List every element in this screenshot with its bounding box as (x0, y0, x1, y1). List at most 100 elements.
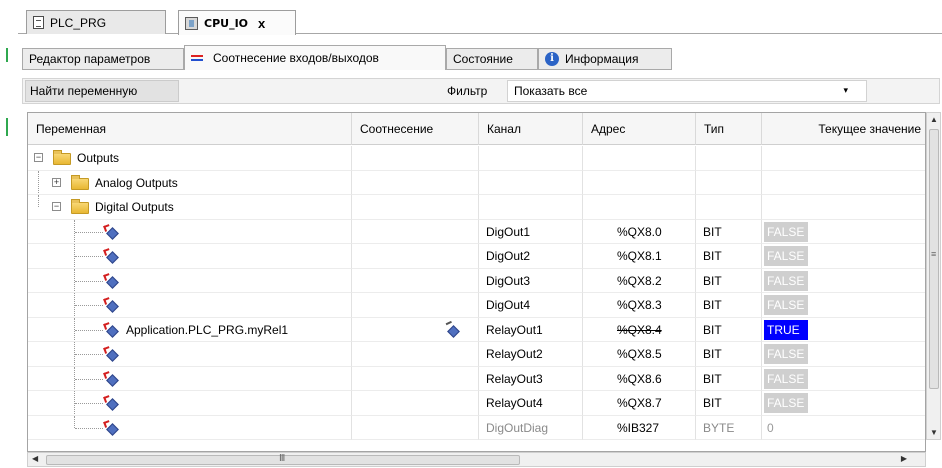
address-value: %QX8.4 (583, 317, 696, 342)
current-value-badge: FALSE (764, 221, 808, 242)
scroll-left-icon[interactable]: ◀ (32, 454, 38, 463)
find-variable-button[interactable]: Найти переменную (25, 80, 179, 102)
current-value-badge: FALSE (764, 344, 808, 364)
column-header-mapping[interactable]: Соотнесение (352, 113, 479, 145)
column-header-channel[interactable]: Канал (479, 113, 583, 145)
type-value: BIT (696, 317, 762, 342)
address-value: %QX8.5 (583, 342, 696, 367)
mapping-toolbar: Найти переменную Фильтр Показать все ▾ (22, 78, 940, 104)
table-header: Переменная Соотнесение Канал Адрес Тип Т… (28, 113, 925, 145)
change-marker (6, 118, 8, 136)
scroll-thumb[interactable] (929, 129, 939, 389)
chevron-down-icon: ▾ (843, 85, 848, 95)
tab-label: Соотнесение входов/выходов (213, 51, 379, 65)
column-header-current-value[interactable]: Текущее значение (762, 113, 925, 145)
current-value-badge: FALSE (764, 295, 808, 315)
scroll-down-icon[interactable]: ▼ (930, 428, 938, 437)
mapping-cell[interactable] (352, 317, 479, 342)
table-row[interactable]: DigOut4 %QX8.3 BIT FALSE (28, 293, 925, 318)
tree-row-outputs[interactable]: − Outputs (28, 146, 925, 171)
table-row[interactable]: Application.PLC_PRG.myRel1 RelayOut1 %QX8.… (28, 317, 925, 342)
type-value: BIT (696, 293, 762, 318)
mapped-variable-icon (445, 320, 460, 338)
channel-name: DigOut2 (479, 244, 583, 269)
channel-name: RelayOut1 (479, 317, 583, 342)
address-value: %QX8.1 (583, 244, 696, 269)
table-row[interactable]: DigOut3 %QX8.2 BIT FALSE (28, 268, 925, 293)
column-header-address[interactable]: Адрес (583, 113, 696, 145)
channel-name: DigOut4 (479, 293, 583, 318)
output-channel-icon (103, 223, 119, 240)
device-icon (185, 16, 198, 30)
mapping-cell[interactable] (352, 268, 479, 293)
grip-icon: III (279, 453, 285, 464)
output-channel-icon (103, 395, 119, 411)
filter-dropdown[interactable]: Показать все ▾ (507, 80, 867, 102)
output-channel-icon (103, 321, 119, 338)
current-value-badge: FALSE (764, 368, 808, 389)
scroll-right-icon[interactable]: ▶ (901, 454, 907, 463)
table-row[interactable]: RelayOut2 %QX8.5 BIT FALSE (28, 342, 925, 367)
type-value: BYTE (696, 415, 762, 440)
mapping-cell[interactable] (352, 342, 479, 367)
mapping-cell[interactable] (352, 391, 479, 416)
filter-label: Фильтр (447, 84, 488, 98)
output-channel-icon (103, 248, 119, 264)
output-channel-icon (103, 272, 119, 289)
scroll-thumb[interactable]: III (46, 453, 520, 465)
expand-icon[interactable]: + (52, 177, 61, 187)
type-value: BIT (696, 268, 762, 293)
address-value: %QX8.7 (583, 391, 696, 416)
tab-status[interactable]: Состояние (446, 48, 538, 70)
column-header-type[interactable]: Тип (696, 113, 762, 145)
folder-icon (71, 199, 89, 214)
folder-icon (53, 150, 71, 165)
close-icon[interactable]: x (258, 16, 265, 31)
channel-name: DigOut3 (479, 268, 583, 293)
address-value: %QX8.3 (583, 293, 696, 318)
io-mapping-icon (191, 53, 205, 63)
tree-row-digital-outputs[interactable]: − Digital Outputs (28, 195, 925, 220)
tab-io-mapping[interactable]: Соотнесение входов/выходов (184, 45, 446, 70)
tab-parameter-editor[interactable]: Редактор параметров (22, 48, 184, 70)
column-header-variable[interactable]: Переменная (28, 113, 352, 145)
tab-cpu-io[interactable]: CPU_IO x (178, 10, 296, 35)
address-value: %QX8.6 (583, 366, 696, 391)
tab-label: Состояние (453, 52, 513, 66)
vertical-scrollbar[interactable]: ▲ ≡ ▼ (926, 112, 941, 440)
scroll-up-icon[interactable]: ▲ (930, 115, 938, 124)
type-value: BIT (696, 244, 762, 269)
tab-label: PLC_PRG (50, 15, 107, 30)
tab-plc-prg[interactable]: PLC_PRG (26, 10, 166, 34)
device-editor-tabs: Редактор параметров Соотнесение входов/в… (18, 42, 942, 72)
mapping-cell[interactable] (352, 244, 479, 269)
filter-value: Показать все (514, 84, 588, 98)
output-channel-icon (103, 297, 119, 313)
input-channel-icon (103, 419, 119, 436)
table-row[interactable]: DigOut2 %QX8.1 BIT FALSE (28, 244, 925, 269)
mapping-cell[interactable] (352, 293, 479, 318)
mapping-cell[interactable] (352, 415, 479, 440)
collapse-icon[interactable]: − (52, 202, 61, 211)
table-row[interactable]: RelayOut4 %QX8.7 BIT FALSE (28, 391, 925, 416)
horizontal-scrollbar[interactable]: ◀ III ▶ (27, 452, 926, 467)
left-margin-strip (0, 0, 18, 468)
current-value-badge: FALSE (764, 246, 808, 266)
address-value: %QX8.2 (583, 268, 696, 293)
table-row[interactable]: RelayOut3 %QX8.6 BIT FALSE (28, 366, 925, 391)
editor-tab-bar: PLC_PRG CPU_IO x (18, 6, 942, 35)
mapping-cell[interactable] (352, 219, 479, 244)
tab-information[interactable]: i Информация (538, 48, 672, 70)
variable-name[interactable]: Application.PLC_PRG.myRel1 (126, 318, 288, 342)
table-row[interactable]: DigOutDiag %IB327 BYTE 0 (28, 415, 925, 440)
tree-row-analog-outputs[interactable]: + Analog Outputs (28, 170, 925, 195)
current-value-badge: 0 (767, 420, 774, 435)
info-icon: i (545, 52, 559, 66)
output-channel-icon (103, 346, 119, 362)
collapse-icon[interactable]: − (34, 153, 43, 162)
mapping-cell[interactable] (352, 366, 479, 391)
folder-icon (71, 174, 89, 190)
current-value-badge: FALSE (764, 393, 808, 413)
table-row[interactable]: DigOut1 %QX8.0 BIT FALSE (28, 219, 925, 244)
current-value-badge: TRUE (764, 319, 808, 340)
